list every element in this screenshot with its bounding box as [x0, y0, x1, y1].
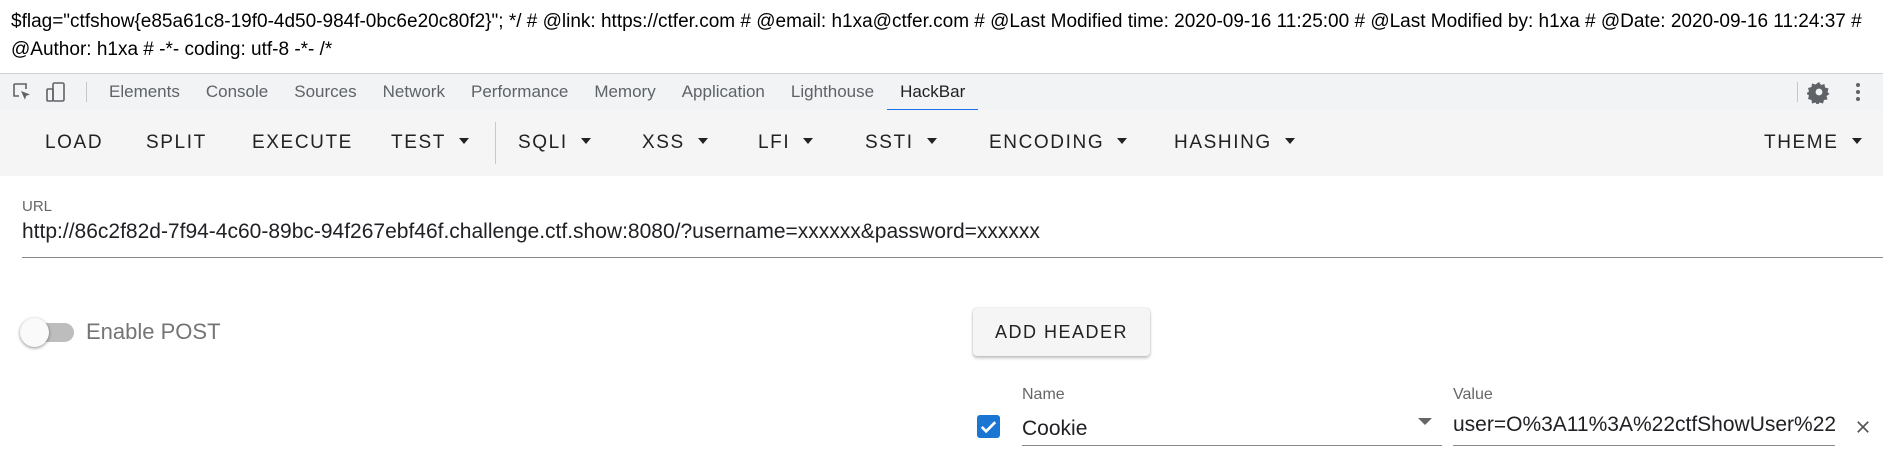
toolbar-divider — [86, 82, 87, 102]
header-name-label: Name — [1022, 386, 1065, 403]
header-value-label: Value — [1453, 386, 1493, 403]
devtools-tab-bar: Elements Console Sources Network Perform… — [0, 73, 1883, 111]
hackbar-toolbar: LOAD SPLIT EXECUTE TEST SQLI XSS LFI SST… — [0, 110, 1883, 176]
add-header-button[interactable]: ADD HEADER — [973, 308, 1150, 356]
hashing-dropdown[interactable]: HASHING — [1174, 110, 1295, 176]
execute-label: EXECUTE — [252, 132, 353, 153]
inspect-element-icon[interactable] — [10, 80, 34, 104]
url-input-underline — [22, 257, 1883, 258]
tab-sources[interactable]: Sources — [281, 74, 369, 110]
header-value-input[interactable]: user=O%3A11%3A%22ctfShowUser%22 — [1453, 413, 1835, 437]
caret-down-icon — [580, 137, 591, 144]
caret-down-icon — [1117, 137, 1128, 144]
lfi-label: LFI — [758, 132, 791, 153]
settings-gear-icon[interactable] — [1807, 80, 1831, 104]
device-toolbar-icon[interactable] — [44, 80, 68, 104]
checkmark-icon — [980, 421, 997, 434]
header-enabled-checkbox[interactable] — [977, 415, 1000, 438]
tab-application[interactable]: Application — [669, 74, 778, 110]
caret-down-icon — [697, 137, 708, 144]
tab-elements[interactable]: Elements — [96, 74, 193, 110]
lfi-dropdown[interactable]: LFI — [758, 110, 814, 176]
toggle-thumb[interactable] — [20, 318, 49, 347]
url-field-label: URL — [22, 198, 53, 215]
xss-label: XSS — [642, 132, 685, 153]
test-label: TEST — [391, 132, 446, 153]
tab-network[interactable]: Network — [370, 74, 458, 110]
caret-down-icon — [458, 137, 469, 144]
tab-performance[interactable]: Performance — [458, 74, 581, 110]
split-button[interactable]: SPLIT — [146, 110, 207, 176]
caret-down-icon — [803, 137, 814, 144]
theme-label: THEME — [1764, 132, 1839, 153]
tab-lighthouse[interactable]: Lighthouse — [778, 74, 887, 110]
add-header-label: ADD HEADER — [994, 322, 1129, 342]
load-label: LOAD — [45, 132, 104, 153]
remove-header-icon[interactable] — [1854, 418, 1872, 436]
caret-down-icon — [1851, 137, 1862, 144]
encoding-label: ENCODING — [989, 132, 1105, 153]
sqli-label: SQLI — [518, 132, 568, 153]
devtools-tabs: Elements Console Sources Network Perform… — [96, 74, 979, 111]
toolbar-divider — [1797, 82, 1798, 102]
header-name-underline — [1022, 445, 1442, 446]
tab-memory[interactable]: Memory — [581, 74, 668, 110]
hashing-label: HASHING — [1174, 132, 1272, 153]
test-dropdown[interactable]: TEST — [391, 110, 469, 176]
toolbar-divider — [495, 122, 496, 164]
header-name-select[interactable]: Cookie — [1022, 417, 1087, 441]
enable-post-label: Enable POST — [86, 319, 221, 344]
encoding-dropdown[interactable]: ENCODING — [989, 110, 1128, 176]
url-input[interactable]: http://86c2f82d-7f94-4c60-89bc-94f267ebf… — [22, 220, 1040, 244]
caret-down-icon — [1284, 137, 1295, 144]
load-button[interactable]: LOAD — [45, 110, 103, 176]
more-options-icon[interactable] — [1846, 80, 1870, 104]
theme-dropdown[interactable]: THEME — [1764, 110, 1862, 176]
dropdown-arrow-icon[interactable] — [1418, 418, 1432, 425]
ssti-dropdown[interactable]: SSTI — [865, 110, 937, 176]
split-label: SPLIT — [146, 132, 207, 153]
caret-down-icon — [926, 137, 937, 144]
xss-dropdown[interactable]: XSS — [642, 110, 708, 176]
tab-hackbar[interactable]: HackBar — [887, 74, 979, 111]
tab-console[interactable]: Console — [193, 74, 281, 110]
ssti-label: SSTI — [865, 132, 914, 153]
sqli-dropdown[interactable]: SQLI — [518, 110, 591, 176]
page-body-text: $flag="ctfshow{e85a61c8-19f0-4d50-984f-0… — [11, 11, 1862, 60]
execute-button[interactable]: EXECUTE — [252, 110, 353, 176]
header-value-underline — [1453, 445, 1835, 446]
